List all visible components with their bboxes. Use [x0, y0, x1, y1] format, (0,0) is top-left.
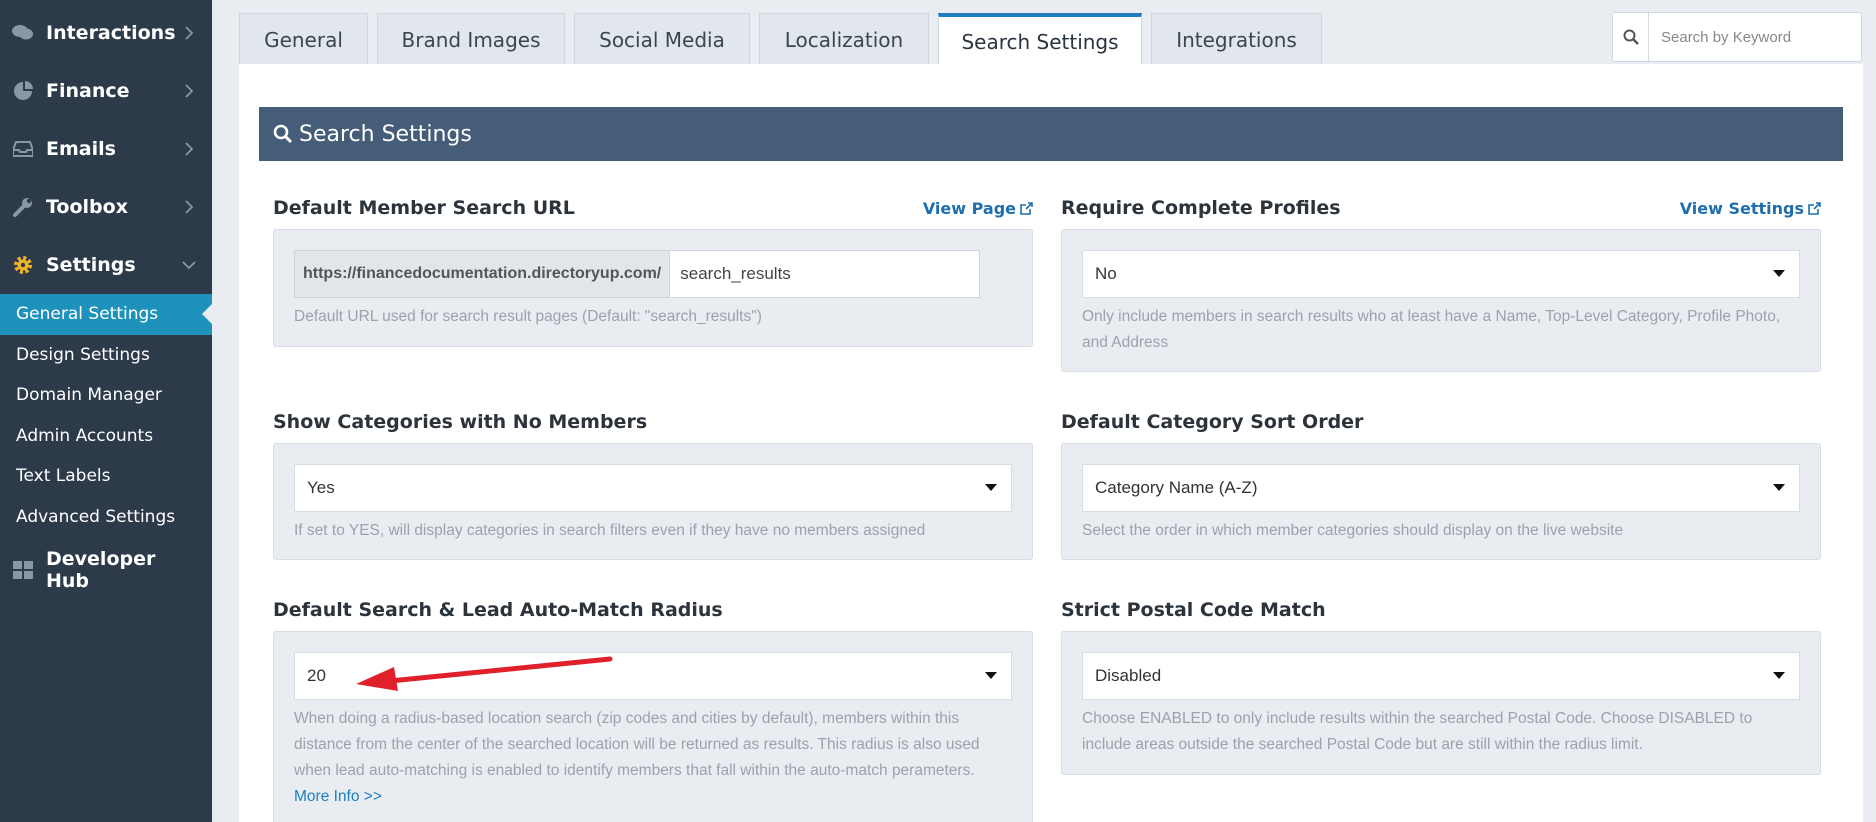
- select-value: Yes: [307, 478, 335, 497]
- section-title: Search Settings: [299, 121, 472, 147]
- help-text: Select the order in which member categor…: [1082, 522, 1624, 539]
- caret-down-icon: [985, 672, 997, 679]
- help-text: When doing a radius-based location searc…: [294, 706, 1012, 810]
- inbox-icon: [12, 138, 34, 160]
- sidebar-item-developer-hub[interactable]: Developer Hub: [0, 541, 212, 599]
- sidebar-subitem-general-settings[interactable]: General Settings: [0, 294, 212, 335]
- select-value: Disabled: [1095, 666, 1162, 685]
- url-prefix: https://financedocumentation.directoryup…: [294, 250, 671, 298]
- help-text: Default URL used for search result pages…: [294, 308, 762, 325]
- view-settings-link[interactable]: View Settings: [1680, 199, 1821, 218]
- sidebar-item-toolbox[interactable]: Toolbox: [0, 178, 212, 236]
- search-icon: [273, 124, 293, 144]
- sidebar-subitem-advanced-settings[interactable]: Advanced Settings: [0, 497, 212, 538]
- chevron-right-icon: [180, 140, 198, 158]
- sidebar-item-emails[interactable]: Emails: [0, 120, 212, 178]
- comments-icon: [12, 22, 34, 44]
- sidebar-item-label: Emails: [46, 138, 116, 160]
- sidebar-subitem-text-labels[interactable]: Text Labels: [0, 456, 212, 497]
- chevron-right-icon: [180, 24, 198, 42]
- search-icon: [1613, 13, 1649, 61]
- search-url-input[interactable]: search_results: [670, 250, 981, 298]
- help-body: When doing a radius-based location searc…: [294, 710, 980, 779]
- help-text: Choose ENABLED to only include results w…: [1082, 710, 1753, 753]
- chevron-right-icon: [180, 198, 198, 216]
- field-title: Default Category Sort Order: [1061, 411, 1364, 433]
- category-sort-select[interactable]: Category Name (A-Z): [1082, 464, 1800, 512]
- select-value: 20: [307, 666, 326, 685]
- sidebar-item-label: Finance: [46, 80, 130, 102]
- settings-tabs: General Brand Images Social Media Locali…: [239, 13, 1331, 66]
- link-label: View Settings: [1679, 199, 1804, 218]
- sidebar-subitem-domain-manager[interactable]: Domain Manager: [0, 375, 212, 416]
- sidebar-item-label: Interactions: [46, 22, 176, 44]
- sidebar-item-settings[interactable]: Settings: [0, 236, 212, 294]
- tab-general[interactable]: General: [239, 13, 368, 65]
- tab-social-media[interactable]: Social Media: [574, 13, 750, 65]
- sidebar-item-interactions[interactable]: Interactions: [0, 4, 212, 62]
- chevron-down-icon: [180, 256, 198, 274]
- tab-brand-images[interactable]: Brand Images: [377, 13, 565, 65]
- external-link-icon: [1808, 202, 1821, 215]
- chevron-right-icon: [180, 82, 198, 100]
- sidebar-item-label: Settings: [46, 254, 136, 276]
- select-value: No: [1095, 264, 1117, 283]
- tab-integrations[interactable]: Integrations: [1151, 13, 1322, 65]
- help-text: If set to YES, will display categories i…: [294, 522, 926, 539]
- sidebar: Interactions Finance Emails Toolbox Sett…: [0, 0, 212, 822]
- settings-panel: Search Settings Default Member Search UR…: [239, 64, 1863, 822]
- url-input-group: https://financedocumentation.directoryup…: [294, 250, 981, 298]
- annotation-arrow: [356, 656, 613, 691]
- postal-match-select[interactable]: Disabled: [1082, 652, 1800, 700]
- tab-search-settings[interactable]: Search Settings: [938, 13, 1142, 66]
- select-value: Category Name (A-Z): [1095, 478, 1258, 497]
- help-text: Only include members in search results w…: [1082, 308, 1781, 351]
- field-title: Require Complete Profiles: [1061, 197, 1341, 219]
- sidebar-item-label: Toolbox: [46, 196, 128, 218]
- field-box: Disabled Choose ENABLED to only include …: [1061, 631, 1821, 775]
- field-title: Default Search & Lead Auto-Match Radius: [273, 599, 723, 621]
- caret-down-icon: [1773, 672, 1785, 679]
- field-title: Strict Postal Code Match: [1061, 599, 1326, 621]
- field-box: No Only include members in search result…: [1061, 229, 1821, 372]
- keyword-search: [1612, 12, 1862, 62]
- tab-localization[interactable]: Localization: [759, 13, 929, 65]
- grid-icon: [12, 559, 34, 581]
- link-label: View Page: [922, 199, 1016, 218]
- sidebar-item-label: Developer Hub: [46, 548, 156, 592]
- view-page-link[interactable]: View Page: [923, 199, 1033, 218]
- field-box: Yes If set to YES, will display categori…: [273, 443, 1033, 560]
- sidebar-subitem-admin-accounts[interactable]: Admin Accounts: [0, 416, 212, 457]
- section-header: Search Settings: [259, 107, 1843, 161]
- wrench-icon: [12, 196, 34, 218]
- caret-down-icon: [985, 484, 997, 491]
- complete-profiles-select[interactable]: No: [1082, 250, 1800, 298]
- caret-down-icon: [1773, 270, 1785, 277]
- show-categories-select[interactable]: Yes: [294, 464, 1012, 512]
- field-box: https://financedocumentation.directoryup…: [273, 229, 1033, 347]
- sidebar-subitem-design-settings[interactable]: Design Settings: [0, 335, 212, 376]
- field-box: Category Name (A-Z) Select the order in …: [1061, 443, 1821, 560]
- sidebar-item-finance[interactable]: Finance: [0, 62, 212, 120]
- field-title: Show Categories with No Members: [273, 411, 648, 433]
- search-input[interactable]: [1649, 28, 1849, 46]
- external-link-icon: [1020, 202, 1033, 215]
- field-title: Default Member Search URL: [273, 197, 575, 219]
- gear-icon: [12, 254, 34, 276]
- more-info-link[interactable]: More Info >>: [294, 788, 382, 805]
- pie-chart-icon: [12, 80, 34, 102]
- caret-down-icon: [1773, 484, 1785, 491]
